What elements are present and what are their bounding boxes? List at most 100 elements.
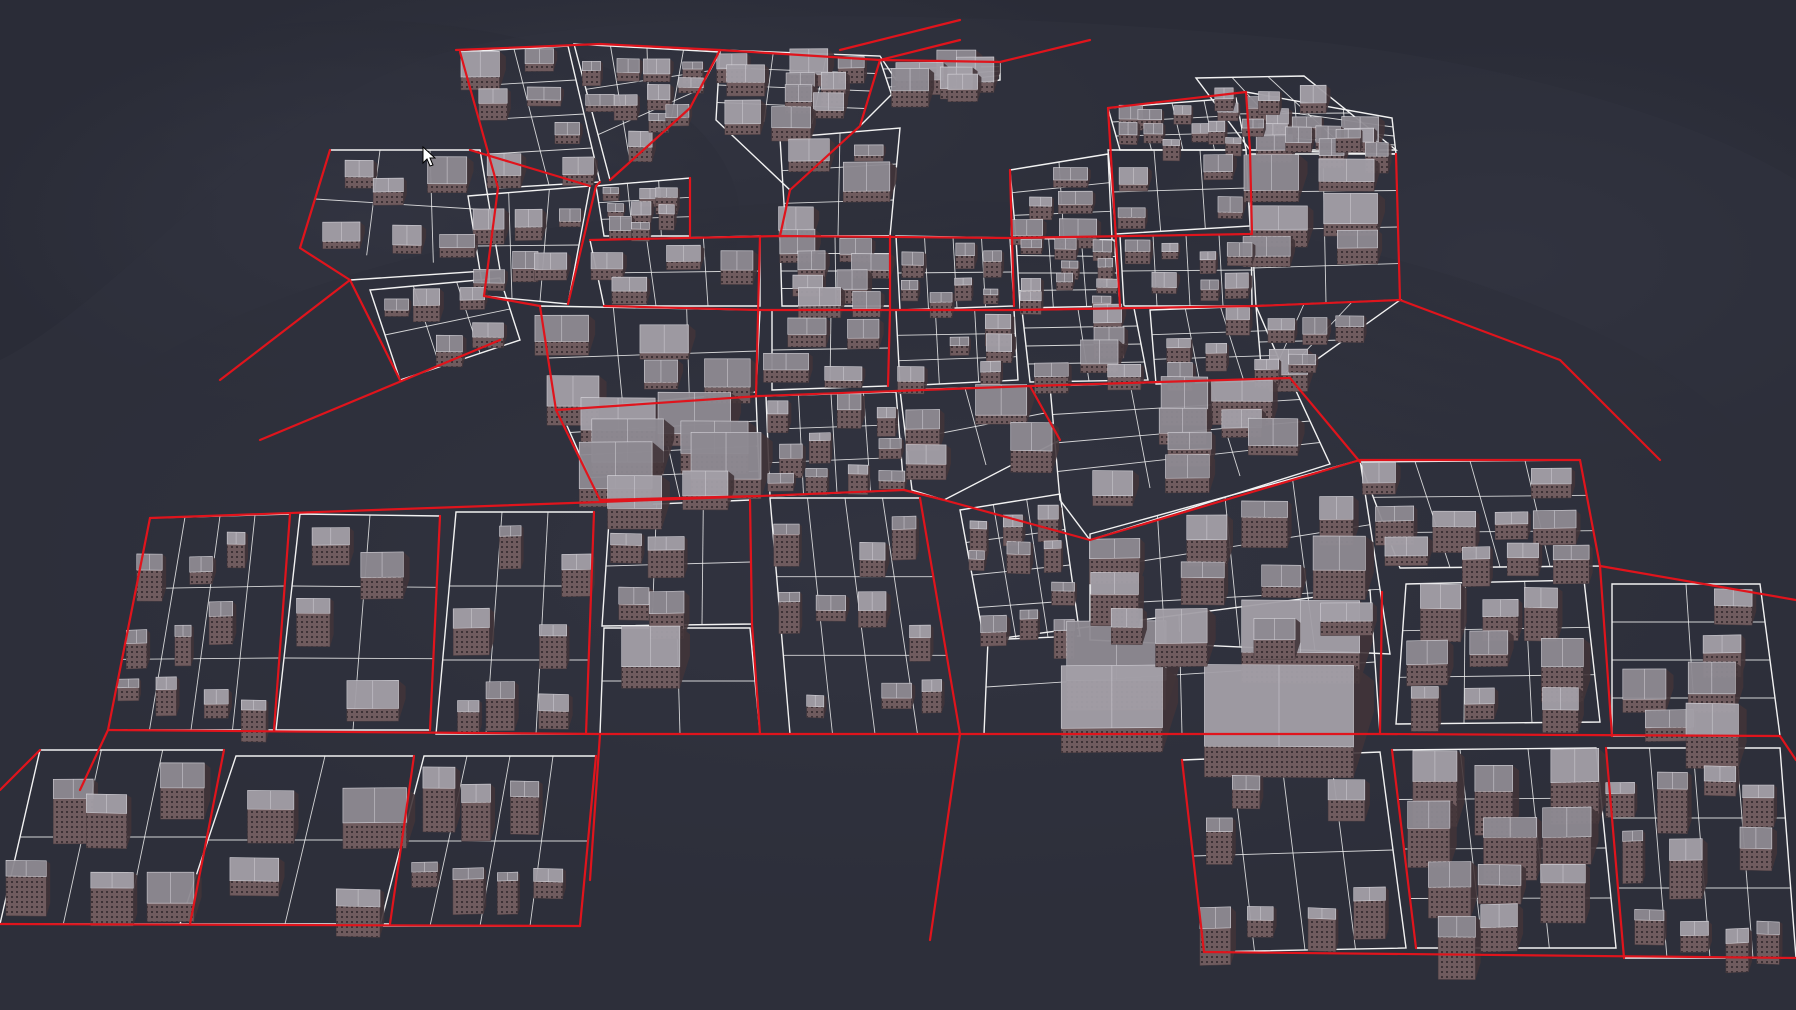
building (859, 541, 890, 578)
building (767, 400, 792, 433)
building (1437, 915, 1481, 980)
building (189, 555, 217, 585)
building (208, 601, 237, 646)
building (983, 288, 1000, 305)
building (146, 871, 202, 922)
building (1205, 817, 1236, 865)
city-viewport[interactable] (0, 0, 1796, 1010)
building (539, 624, 570, 669)
building (658, 204, 677, 231)
building (1053, 167, 1091, 188)
building (639, 324, 696, 360)
building (773, 523, 802, 567)
building (847, 464, 871, 496)
building (1010, 421, 1060, 474)
building (1532, 509, 1581, 546)
building (5, 860, 51, 917)
building (1180, 561, 1229, 606)
building (905, 444, 951, 481)
building (1019, 609, 1041, 641)
building (1410, 686, 1442, 732)
building (1162, 139, 1182, 162)
building (226, 531, 249, 569)
building (372, 177, 407, 206)
building (497, 871, 520, 915)
building (852, 290, 885, 318)
building (1480, 903, 1524, 953)
building (815, 594, 850, 622)
building (1060, 664, 1179, 753)
building (90, 871, 138, 927)
building (1019, 291, 1044, 315)
building (460, 50, 506, 91)
building (1242, 118, 1266, 137)
building (891, 68, 935, 108)
city-scene[interactable] (0, 0, 1796, 1010)
building (968, 550, 987, 572)
building (1320, 602, 1377, 636)
building (607, 203, 626, 218)
building (602, 187, 621, 202)
building (618, 586, 654, 621)
building (878, 437, 904, 460)
building (949, 336, 971, 356)
building (585, 93, 618, 112)
building (1540, 863, 1590, 924)
building (1542, 806, 1599, 866)
building (1506, 542, 1543, 577)
building (562, 156, 598, 186)
building (1335, 315, 1367, 343)
building (1191, 123, 1212, 143)
building (1261, 564, 1307, 599)
building (229, 857, 285, 897)
building (1092, 239, 1115, 262)
building (1204, 664, 1374, 779)
building (921, 679, 945, 714)
building (1217, 196, 1247, 219)
building (392, 224, 427, 255)
building (1110, 608, 1147, 645)
building (787, 317, 831, 348)
building (478, 88, 511, 121)
building (1552, 544, 1593, 585)
building (1056, 272, 1075, 291)
building (628, 130, 657, 163)
building (524, 48, 558, 72)
building (611, 276, 651, 305)
building (412, 288, 444, 323)
building (335, 888, 385, 938)
building (1034, 362, 1072, 394)
building (1312, 535, 1374, 600)
building (296, 598, 334, 647)
building (1669, 838, 1708, 900)
building (1464, 687, 1499, 720)
building (767, 472, 796, 492)
building (1243, 154, 1308, 203)
building (1020, 239, 1044, 255)
building (174, 624, 194, 667)
building (1226, 242, 1256, 267)
building (1362, 461, 1401, 495)
building (881, 682, 916, 709)
building (665, 103, 693, 127)
building (346, 680, 406, 722)
building (1006, 541, 1034, 575)
building (1336, 229, 1383, 265)
building (1118, 167, 1152, 192)
building (155, 676, 180, 717)
building (878, 470, 908, 490)
building (1285, 126, 1316, 153)
building (1680, 920, 1712, 953)
building (1199, 251, 1218, 275)
building (1173, 105, 1194, 125)
building (1037, 504, 1062, 542)
building (1739, 826, 1778, 872)
building (1151, 271, 1181, 294)
building (858, 591, 891, 628)
building (203, 689, 232, 719)
building (241, 699, 269, 743)
building (590, 252, 627, 281)
building (726, 64, 769, 97)
building (1258, 91, 1282, 115)
building (126, 629, 151, 670)
